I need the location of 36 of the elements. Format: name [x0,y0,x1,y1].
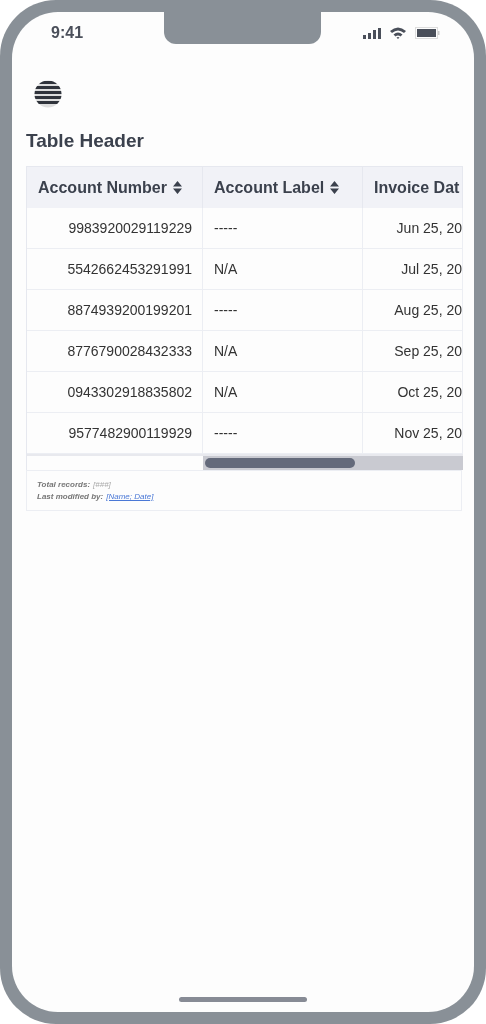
sort-icon[interactable] [172,181,182,194]
column-header[interactable]: Account Label [203,166,363,208]
globe-logo-icon [34,80,62,108]
sort-icon[interactable] [330,181,340,194]
total-records-value: [###] [93,480,111,489]
table-cell: 0943302918835802 [27,372,203,413]
column-label: Invoice Dat [374,178,460,197]
table-cell: Nov 25, 20 [363,413,463,454]
status-time: 9:41 [51,24,84,42]
table-cell: 9983920029119229 [27,208,203,249]
table-cell: N/A [203,249,363,290]
table-cell: Sep 25, 20 [363,331,463,372]
column-label: Account Number [38,178,167,197]
table-cell: Oct 25, 20 [363,372,463,413]
table-cell: ----- [203,413,363,454]
wifi-icon [390,27,406,39]
column-label: Account Label [214,178,325,197]
table-cell: Aug 25, 20 [363,290,463,331]
table-cell: 5542662453291991 [27,249,203,290]
table-cell: Jun 25, 20 [363,208,463,249]
table-cell: ----- [203,208,363,249]
table-cell: Jul 25, 20 [363,249,463,290]
table-cell: ----- [203,290,363,331]
signal-icon [363,27,381,39]
last-modified-link[interactable]: [Name; Date] [106,492,154,501]
battery-icon [415,27,440,39]
table-cell: 8874939200199201 [27,290,203,331]
total-records-label: Total records: [37,480,91,489]
table-cell: 9577482900119929 [27,413,203,454]
table-cell: N/A [203,331,363,372]
last-modified-label: Last modified by: [37,492,104,501]
table-title: Table Header [26,130,145,152]
scrollbar-thumb[interactable] [205,458,355,468]
column-header[interactable]: Account Number [27,166,203,208]
table-cell: 8776790028432333 [27,331,203,372]
table-cell: N/A [203,372,363,413]
